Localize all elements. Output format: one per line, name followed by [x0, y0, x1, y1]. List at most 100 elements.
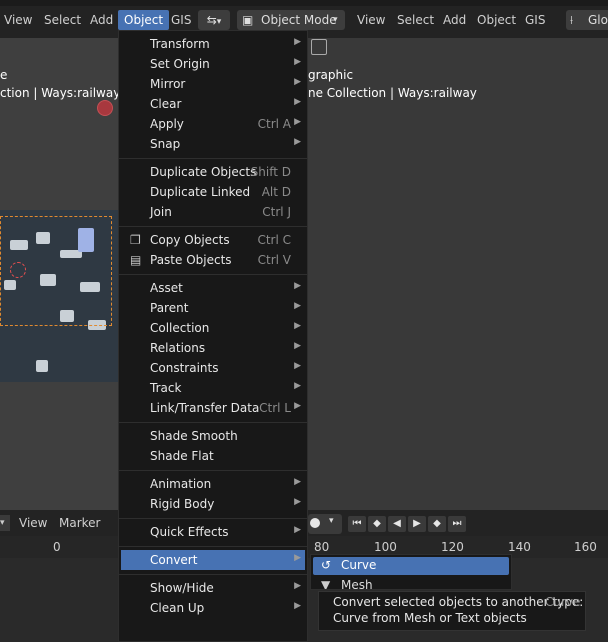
next-keyframe-icon[interactable]: ◆ — [428, 516, 446, 532]
menu-object[interactable]: Object — [118, 10, 170, 30]
submenu-arrow-icon: ▶ — [294, 601, 301, 611]
menu-item-duplicate-linked[interactable]: Duplicate Linked Alt D — [121, 182, 305, 202]
menu-item-link-transfer-data[interactable]: Link/Transfer Data Ctrl L ▶ — [121, 398, 305, 418]
menu-item-clear[interactable]: Clear ▶ — [121, 94, 305, 114]
menu-item-shortcut: Ctrl V — [257, 253, 291, 267]
viewport-info-line2-right: ne Collection | Ways:railway — [308, 86, 477, 100]
menu-item-relations[interactable]: Relations ▶ — [121, 338, 305, 358]
menu-item-parent[interactable]: Parent ▶ — [121, 298, 305, 318]
map-render-object[interactable] — [0, 210, 118, 382]
menu-item-shade-flat[interactable]: Shade Flat — [121, 446, 305, 466]
menu-view[interactable]: View — [4, 10, 32, 30]
menu-item-label: Quick Effects — [150, 525, 229, 539]
jump-end-icon[interactable]: ⏭ — [448, 516, 466, 532]
menu-item-copy-objects[interactable]: ❐ Copy Objects Ctrl C — [121, 230, 305, 250]
keying-dropdown[interactable]: ▾ — [308, 514, 342, 534]
jump-start-icon[interactable]: ⏮ — [348, 516, 366, 532]
menu-item-shortcut: Ctrl C — [257, 233, 291, 247]
pivot-icon: ⇆ — [206, 13, 217, 27]
viewport-info-line1-right: graphic — [308, 68, 354, 82]
copy-icon: ❐ — [130, 233, 141, 247]
submenu-arrow-icon: ▶ — [294, 77, 301, 87]
menu-item-label: Asset — [150, 281, 183, 295]
menu-item-label: Join — [150, 205, 172, 219]
menu-item-label: Apply — [150, 117, 184, 131]
menu-item-label: Link/Transfer Data — [150, 401, 260, 415]
timeline-menu-view[interactable]: View — [19, 513, 47, 533]
view-toggle-icon[interactable] — [311, 39, 327, 55]
menu-item-label: Rigid Body — [150, 497, 215, 511]
menu-item-label: Constraints — [150, 361, 219, 375]
menu-item-clean-up[interactable]: Clean Up ▶ — [121, 598, 305, 618]
menu-item-label: Copy Objects — [150, 233, 230, 247]
menu-item-label: Set Origin — [150, 57, 210, 71]
submenu-arrow-icon: ▶ — [294, 477, 301, 487]
menu-view-right[interactable]: View — [357, 10, 385, 30]
menu-item-shortcut: Shift D — [250, 165, 291, 179]
submenu-item-label: Curve — [341, 558, 377, 572]
menu-item-show-hide[interactable]: Show/Hide ▶ — [121, 578, 305, 598]
menu-item-transform[interactable]: Transform ▶ — [121, 34, 305, 54]
menu-item-apply[interactable]: Apply Ctrl A ▶ — [121, 114, 305, 134]
menu-select-right[interactable]: Select — [397, 10, 434, 30]
menu-item-rigid-body[interactable]: Rigid Body ▶ — [121, 494, 305, 514]
menu-item-constraints[interactable]: Constraints ▶ — [121, 358, 305, 378]
menu-item-paste-objects[interactable]: ▤ Paste Objects Ctrl V — [121, 250, 305, 270]
menu-item-set-origin[interactable]: Set Origin ▶ — [121, 54, 305, 74]
menu-separator — [119, 574, 307, 575]
menu-add-right[interactable]: Add — [443, 10, 466, 30]
submenu-arrow-icon: ▶ — [294, 301, 301, 311]
menu-item-label: Relations — [150, 341, 206, 355]
timeline-menu-marker[interactable]: Marker — [59, 513, 100, 533]
frame-tick: 80 — [314, 540, 330, 554]
submenu-item-mesh[interactable]: ▼ Mesh — [313, 577, 509, 589]
menu-item-label: Shade Flat — [150, 449, 214, 463]
menu-item-label: Snap — [150, 137, 181, 151]
right-viewport-area[interactable] — [308, 38, 608, 510]
play-icon[interactable]: ▶ — [408, 516, 426, 532]
chevron-down-icon: ▾ — [333, 15, 338, 25]
mode-selector[interactable]: ▣ Object Mode ▾ — [237, 10, 345, 30]
submenu-arrow-icon: ▶ — [294, 581, 301, 591]
submenu-arrow-icon: ▶ — [294, 137, 301, 147]
submenu-arrow-icon: ▶ — [294, 341, 301, 351]
menu-item-join[interactable]: Join Ctrl J — [121, 202, 305, 222]
submenu-item-curve[interactable]: ↺ Curve — [313, 557, 509, 575]
menu-separator — [119, 158, 307, 159]
menu-select[interactable]: Select — [44, 10, 81, 30]
menu-gis-right[interactable]: GIS — [525, 10, 545, 30]
object-menu-dropdown: Transform ▶ Set Origin ▶ Mirror ▶ Clear ▶ Apply C… — [118, 30, 308, 642]
menu-gis[interactable]: GIS — [171, 10, 191, 30]
transform-pivot-dropdown[interactable]: ⇆▾ — [198, 10, 230, 30]
menu-separator — [119, 546, 307, 547]
menu-item-shade-smooth[interactable]: Shade Smooth — [121, 426, 305, 446]
menu-item-track[interactable]: Track ▶ — [121, 378, 305, 398]
submenu-arrow-icon: ▶ — [294, 97, 301, 107]
menu-object-right[interactable]: Object — [477, 10, 516, 30]
timeline-dropdown[interactable]: ▾ — [0, 515, 10, 531]
menu-item-convert[interactable]: Convert ▶ — [121, 550, 305, 570]
menu-item-duplicate-objects[interactable]: Duplicate Objects Shift D — [121, 162, 305, 182]
submenu-arrow-icon: ▶ — [294, 57, 301, 67]
menu-item-quick-effects[interactable]: Quick Effects ▶ — [121, 522, 305, 542]
frame-tick: 140 — [508, 540, 531, 554]
menu-add[interactable]: Add — [90, 10, 113, 30]
frame-tick: 0 — [53, 540, 61, 554]
camera-target-gizmo[interactable] — [97, 100, 113, 116]
menu-separator — [119, 274, 307, 275]
menu-item-animation[interactable]: Animation ▶ — [121, 474, 305, 494]
menu-item-asset[interactable]: Asset ▶ — [121, 278, 305, 298]
submenu-arrow-icon: ▶ — [294, 361, 301, 371]
menu-item-mirror[interactable]: Mirror ▶ — [121, 74, 305, 94]
menu-item-label: Transform — [150, 37, 210, 51]
mode-label: Object Mode — [261, 13, 337, 27]
menu-item-label: Duplicate Linked — [150, 185, 251, 199]
orientation-icon: ⟊ — [570, 13, 574, 27]
menu-item-snap[interactable]: Snap ▶ — [121, 134, 305, 154]
submenu-arrow-icon: ▶ — [294, 525, 301, 535]
orientation-label: Glo — [588, 13, 608, 27]
prev-keyframe-icon[interactable]: ◆ — [368, 516, 386, 532]
play-reverse-icon[interactable]: ◀ — [388, 516, 406, 532]
menu-item-collection[interactable]: Collection ▶ — [121, 318, 305, 338]
transform-orientation-dropdown[interactable]: ⟊ Glo — [566, 10, 608, 30]
